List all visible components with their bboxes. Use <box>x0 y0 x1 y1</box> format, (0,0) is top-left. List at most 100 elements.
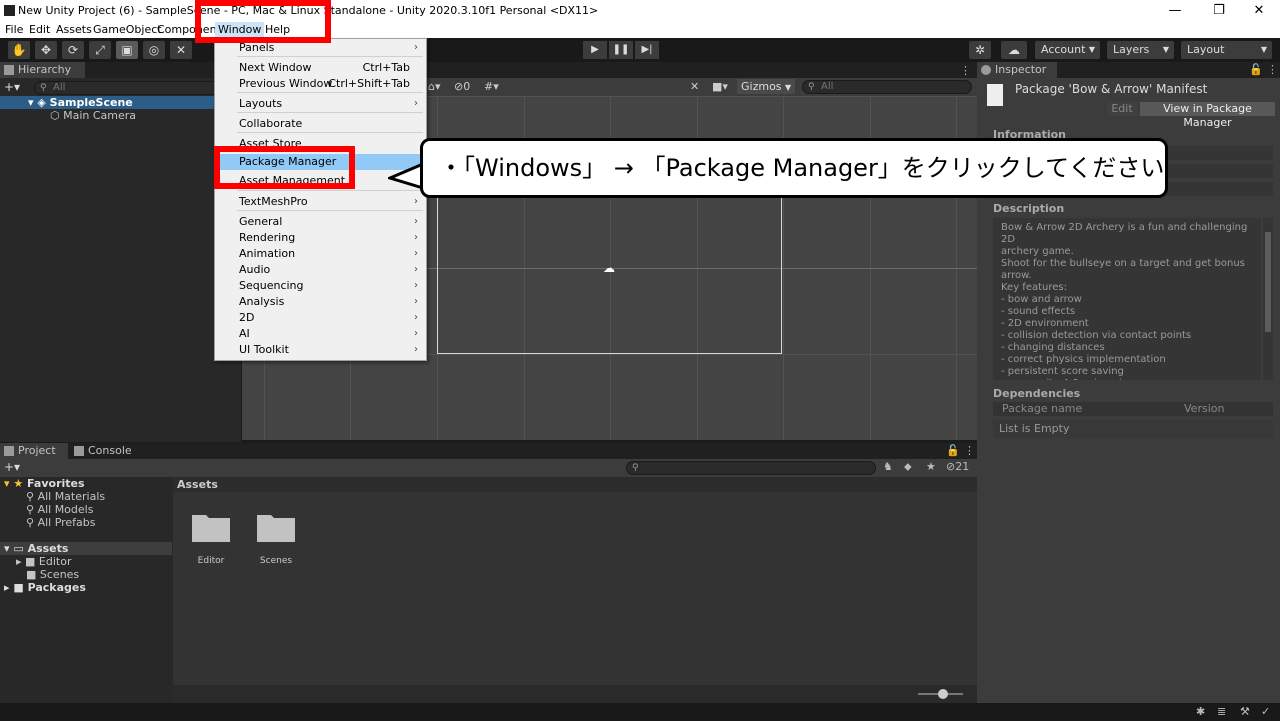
tools-icon[interactable]: ✕ <box>690 80 699 93</box>
tab-console[interactable]: Console <box>70 443 140 459</box>
menu-item-collaborate[interactable]: Collaborate <box>215 116 426 132</box>
tab-project[interactable]: Project <box>0 443 68 459</box>
minimize-button[interactable]: — <box>1160 2 1190 20</box>
view-in-package-manager-button[interactable]: View in Package Manager <box>1140 102 1275 129</box>
draw-mode-icon[interactable]: ⌂▾ <box>428 80 441 93</box>
menu-item-sequencing[interactable]: Sequencing › <box>215 278 426 294</box>
star-icon[interactable]: ★ <box>926 460 936 473</box>
label-icon[interactable]: ⬥ <box>904 460 912 474</box>
project-toolbar: +▾ ⚲ ♞ ⬥ ★ ⊘21 <box>0 459 977 477</box>
folder-scenes[interactable]: ■ Scenes <box>26 568 79 581</box>
favorite-all-prefabs[interactable]: ⚲ All Prefabs <box>26 516 96 529</box>
add-object-button[interactable]: +▾ <box>4 80 20 94</box>
packages-row[interactable]: ▸ ■ Packages <box>4 581 86 594</box>
play-button[interactable]: ▶ <box>583 41 607 59</box>
favorite-all-models[interactable]: ⚲ All Models <box>26 503 93 516</box>
menu-item-layouts[interactable]: Layouts › <box>215 96 426 112</box>
menu-assets[interactable]: Assets <box>53 22 95 38</box>
lock-icon[interactable]: 🔓 <box>946 444 960 457</box>
search-icon: ⚲ <box>26 490 38 503</box>
assets-row[interactable]: ▾ ▭ Assets <box>4 542 68 555</box>
transform-tool-icon[interactable]: ◎ <box>143 41 165 59</box>
account-dropdown[interactable]: Account ▼ <box>1035 41 1100 59</box>
bug-icon[interactable]: ✱ <box>1196 705 1205 718</box>
scale-tool-icon[interactable]: ⤢ <box>89 41 111 59</box>
cloud-icon[interactable]: ☁ <box>1001 41 1027 59</box>
check-icon[interactable]: ✓ <box>1261 705 1270 718</box>
hidden-packages-count: 21 <box>955 460 970 473</box>
tools-icon[interactable]: ⚒ <box>1240 705 1250 718</box>
tab-inspector[interactable]: Inspector <box>977 62 1057 78</box>
hierarchy-search-input[interactable]: ⚲ All <box>34 81 234 95</box>
description-header: Description <box>993 202 1065 215</box>
menu-item-audio[interactable]: Audio › <box>215 262 426 278</box>
menu-item-rendering[interactable]: Rendering › <box>215 230 426 246</box>
favorites-row[interactable]: ▾ ★ Favorites <box>4 477 85 490</box>
more-options-icon[interactable]: ⋮ <box>1267 63 1278 76</box>
menu-item-ui-toolkit[interactable]: UI Toolkit › <box>215 342 426 358</box>
zoom-slider-thumb[interactable] <box>938 689 948 699</box>
gizmos-label: Gizmos <box>741 80 782 93</box>
maximize-button[interactable]: ❐ <box>1204 2 1234 20</box>
menu-item-analysis[interactable]: Analysis › <box>215 294 426 310</box>
description-line: - 2D environment <box>1001 318 1089 329</box>
menu-item-next-window[interactable]: Next Window Ctrl+Tab <box>215 60 426 76</box>
grid-item-scenes[interactable]: Scenes <box>256 511 296 566</box>
more-options-icon[interactable]: ⋮ <box>960 64 971 77</box>
menu-item-ai[interactable]: AI › <box>215 326 426 342</box>
scrollbar-thumb[interactable] <box>1265 232 1271 332</box>
menu-item-label: Collaborate <box>239 117 303 130</box>
menu-item-animation[interactable]: Animation › <box>215 246 426 262</box>
favorite-all-materials[interactable]: ⚲ All Materials <box>26 490 105 503</box>
camera-gizmo-icon[interactable]: ☁ <box>603 261 615 275</box>
hierarchy-item-main-camera[interactable]: ⬡ Main Camera <box>50 109 136 122</box>
menu-item-previous-window[interactable]: Previous Window Ctrl+Shift+Tab <box>215 76 426 92</box>
step-button[interactable]: ▶| <box>635 41 659 59</box>
rect-tool-icon[interactable]: ▣ <box>116 41 138 59</box>
folder-scenes-label: Scenes <box>39 568 80 581</box>
search-by-type-icon[interactable]: ♞ <box>883 460 893 473</box>
camera-icon[interactable]: ■▾ <box>712 80 728 93</box>
eye-off-icon: ⊘ <box>946 460 956 473</box>
description-scrollbar[interactable] <box>1263 218 1273 380</box>
database-icon[interactable]: ≣ <box>1217 705 1226 718</box>
menu-item-label: Audio <box>239 263 271 276</box>
rotate-tool-icon[interactable]: ⟳ <box>62 41 84 59</box>
package-name-column: Package name <box>1002 402 1083 415</box>
dependencies-header: Dependencies <box>993 387 1081 400</box>
move-tool-icon[interactable]: ✥ <box>35 41 57 59</box>
menu-file[interactable]: File <box>2 22 26 38</box>
close-button[interactable]: ✕ <box>1244 2 1274 20</box>
layout-dropdown[interactable]: Layout ▼ <box>1181 41 1272 59</box>
menu-separator <box>237 132 423 133</box>
scene-row[interactable]: ▾ ◈ SampleScene <box>28 96 133 109</box>
tab-hierarchy[interactable]: Hierarchy <box>0 62 85 78</box>
layers-dropdown[interactable]: Layers ▼ <box>1107 41 1174 59</box>
menu-item-2d[interactable]: 2D › <box>215 310 426 326</box>
collab-icon[interactable]: ✲ <box>969 41 991 59</box>
custom-tool-icon[interactable]: ✕ <box>170 41 192 59</box>
file-icon <box>987 84 1003 106</box>
description-line: - uses unity 4.6 gui engine <box>1001 378 1253 380</box>
pause-button[interactable]: ❚❚ <box>609 41 633 59</box>
grid-item-editor[interactable]: Editor <box>191 511 231 566</box>
folder-editor[interactable]: ▸ ■ Editor <box>16 555 71 568</box>
visibility-toggle[interactable]: ⊘0 <box>454 80 470 93</box>
hidden-packages-toggle[interactable]: ⊘21 <box>946 460 969 473</box>
project-search-input[interactable]: ⚲ <box>626 461 876 475</box>
menu-edit[interactable]: Edit <box>26 22 53 38</box>
scene-search-input[interactable]: ⚲ All <box>802 80 972 94</box>
inspector-title: Package 'Bow & Arrow' Manifest <box>1015 82 1208 96</box>
grid-snap-icon[interactable]: #▾ <box>484 80 499 93</box>
lock-icon[interactable]: 🔓 <box>1249 63 1263 76</box>
hand-tool-icon[interactable]: ✋ <box>8 41 30 59</box>
edit-button[interactable]: Edit <box>1107 102 1137 116</box>
gizmos-dropdown[interactable]: Gizmos ▼ <box>737 79 795 94</box>
more-options-icon[interactable]: ⋮ <box>964 444 975 457</box>
description-line: - correct physics implementation <box>1001 354 1166 365</box>
inspector-tabbar: Inspector 🔓 ⋮ <box>977 62 1280 78</box>
assets-browser: Assets Editor Scenes <box>173 477 977 703</box>
menu-item-general[interactable]: General › <box>215 214 426 230</box>
description-box[interactable]: Bow & Arrow 2D Archery is a fun and chal… <box>993 218 1261 380</box>
create-asset-button[interactable]: +▾ <box>4 460 20 474</box>
